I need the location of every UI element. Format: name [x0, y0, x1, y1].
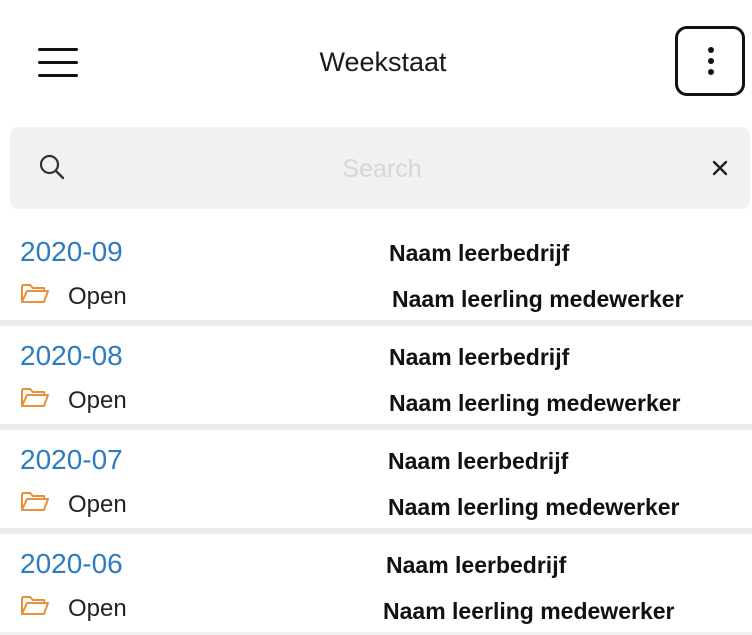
list-item[interactable]: 2020-09 Open Naam leerbedrijf Naam leerl…	[0, 222, 752, 326]
company-name: Naam leerbedrijf	[388, 448, 569, 474]
status-label: Open	[68, 595, 127, 622]
open-folder-icon	[21, 596, 49, 615]
status-label: Open	[68, 283, 127, 310]
period-link[interactable]: 2020-09	[20, 234, 123, 270]
company-name: Naam leerbedrijf	[386, 552, 567, 578]
more-options-button[interactable]	[675, 26, 745, 96]
search-input[interactable]	[130, 145, 634, 193]
list-item[interactable]: 2020-07 Open Naam leerbedrijf Naam leerl…	[0, 430, 752, 534]
period-link[interactable]: 2020-07	[20, 442, 123, 478]
list-item[interactable]: 2020-06 Open Naam leerbedrijf Naam leerl…	[0, 534, 752, 635]
menu-button[interactable]	[30, 40, 78, 84]
open-folder-icon	[21, 492, 49, 511]
close-icon[interactable]	[707, 155, 733, 181]
company-name: Naam leerbedrijf	[389, 240, 570, 266]
period-link[interactable]: 2020-06	[20, 546, 123, 582]
weekstaat-list: 2020-09 Open Naam leerbedrijf Naam leerl…	[0, 222, 752, 635]
app-header: Weekstaat	[0, 0, 752, 120]
status-label: Open	[68, 491, 127, 518]
open-folder-icon	[21, 388, 49, 407]
student-name: Naam leerling medewerker	[388, 494, 680, 520]
search-bar	[10, 127, 750, 209]
page-title: Weekstaat	[319, 47, 447, 77]
search-icon[interactable]	[38, 153, 66, 181]
weekstaat-screen: Weekstaat 2020-09 Open Na	[0, 0, 752, 635]
period-link[interactable]: 2020-08	[20, 338, 123, 374]
student-name: Naam leerling medewerker	[389, 390, 681, 416]
student-name: Naam leerling medewerker	[392, 286, 684, 312]
company-name: Naam leerbedrijf	[389, 344, 570, 370]
status-label: Open	[68, 387, 127, 414]
open-folder-icon	[21, 284, 49, 303]
list-item[interactable]: 2020-08 Open Naam leerbedrijf Naam leerl…	[0, 326, 752, 430]
student-name: Naam leerling medewerker	[383, 598, 675, 624]
